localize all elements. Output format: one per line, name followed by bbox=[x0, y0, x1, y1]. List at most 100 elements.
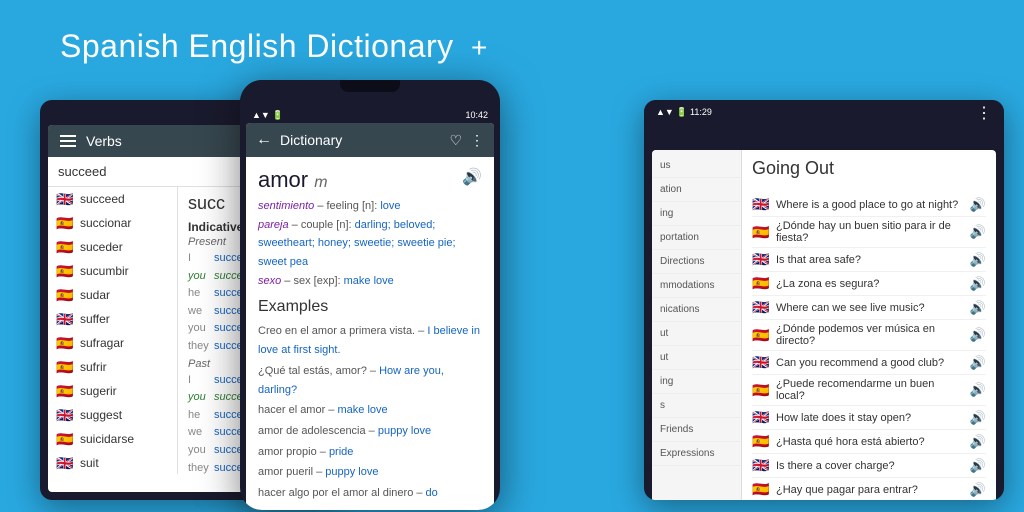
audio-icon[interactable]: 🔊 bbox=[970, 434, 986, 450]
phrase-row: 🇬🇧Is that area safe?🔊 bbox=[752, 248, 986, 272]
audio-icon[interactable]: 🔊 bbox=[970, 252, 986, 268]
list-item[interactable]: 🇪🇸sufrir bbox=[48, 355, 177, 379]
example-row: amor propio – pride bbox=[258, 443, 482, 462]
tablet-right-menu[interactable]: ⋮ bbox=[976, 103, 992, 123]
section-title: Going Out bbox=[752, 158, 986, 183]
audio-icon[interactable]: 🔊 bbox=[970, 224, 986, 240]
example-row: amor pueril – puppy love bbox=[258, 463, 482, 482]
sidebar-item[interactable]: Expressions bbox=[652, 442, 741, 466]
flag-icon: 🇬🇧 bbox=[752, 196, 772, 213]
header-icons: ♡ ⋮ bbox=[449, 132, 484, 149]
example-row: hacer el amor – make love bbox=[258, 401, 482, 420]
sidebar-item[interactable]: s bbox=[652, 394, 741, 418]
back-button[interactable]: ← bbox=[256, 131, 272, 149]
audio-icon[interactable]: 🔊 bbox=[970, 276, 986, 292]
def-row: pareja – couple [n]: darling; beloved; s… bbox=[258, 216, 482, 272]
tablet-right: ▲▼ 🔋 11:29 ⋮ us ation ing portation Dire… bbox=[644, 100, 1004, 500]
dict-header-title: Dictionary bbox=[280, 132, 441, 148]
audio-icon[interactable]: 🔊 bbox=[970, 458, 986, 474]
sidebar-item[interactable]: Directions bbox=[652, 250, 741, 274]
dict-definitions: sentimiento – feeling [n]: love pareja –… bbox=[258, 197, 482, 290]
more-options-icon[interactable]: ⋮ bbox=[470, 132, 484, 149]
dict-content: amor m 🔊 sentimiento – feeling [n]: love… bbox=[246, 157, 494, 507]
sidebar-item[interactable]: portation bbox=[652, 226, 741, 250]
tablet-right-status: ▲▼ 🔋 11:29 bbox=[656, 107, 712, 118]
phrase-row: 🇪🇸¿Hay que pagar para entrar?🔊 bbox=[752, 478, 986, 500]
flag-icon: 🇪🇸 bbox=[56, 217, 74, 229]
example-row: ¿Qué tal estás, amor? – How are you, dar… bbox=[258, 362, 482, 399]
flag-icon: 🇬🇧 bbox=[752, 457, 772, 474]
phone-screen: ← Dictionary ♡ ⋮ amor m 🔊 sentimiento – … bbox=[246, 123, 494, 510]
flag-icon: 🇬🇧 bbox=[752, 354, 772, 371]
phrase-row: 🇬🇧Where is a good place to go at night?🔊 bbox=[752, 193, 986, 217]
list-item[interactable]: 🇪🇸succionar bbox=[48, 211, 177, 235]
example-row: hacer algo por el amor al dinero – do so… bbox=[258, 484, 482, 507]
audio-icon[interactable]: 🔊 bbox=[462, 167, 482, 187]
flag-icon: 🇪🇸 bbox=[752, 481, 772, 498]
flag-icon: 🇪🇸 bbox=[56, 241, 74, 253]
flag-icon: 🇬🇧 bbox=[56, 193, 74, 205]
phrase-row: 🇬🇧Is there a cover charge?🔊 bbox=[752, 454, 986, 478]
sidebar-item[interactable]: ing bbox=[652, 370, 741, 394]
def-row: sentimiento – feeling [n]: love bbox=[258, 197, 482, 216]
flag-icon: 🇪🇸 bbox=[752, 275, 772, 292]
rt-sidebar: us ation ing portation Directions mmodat… bbox=[652, 150, 742, 500]
audio-icon[interactable]: 🔊 bbox=[970, 382, 986, 398]
list-item[interactable]: 🇬🇧suffer bbox=[48, 307, 177, 331]
list-item[interactable]: 🇪🇸sucumbir bbox=[48, 259, 177, 283]
audio-icon[interactable]: 🔊 bbox=[970, 300, 986, 316]
sidebar-item[interactable]: us bbox=[652, 154, 741, 178]
flag-icon: 🇬🇧 bbox=[752, 409, 772, 426]
audio-icon[interactable]: 🔊 bbox=[970, 410, 986, 426]
sidebar-item[interactable]: ation bbox=[652, 178, 741, 202]
flag-icon: 🇪🇸 bbox=[56, 337, 74, 349]
list-item[interactable]: 🇪🇸sugerir bbox=[48, 379, 177, 403]
sidebar-item[interactable]: ut bbox=[652, 346, 741, 370]
flag-icon: 🇬🇧 bbox=[56, 313, 74, 325]
rt-main: Going Out 🇬🇧Where is a good place to go … bbox=[742, 150, 996, 500]
verbs-title: Verbs bbox=[86, 133, 122, 149]
sidebar-item[interactable]: Friends bbox=[652, 418, 741, 442]
example-row: Creo en el amor a primera vista. – I bel… bbox=[258, 322, 482, 359]
flag-icon: 🇬🇧 bbox=[752, 299, 772, 316]
audio-icon[interactable]: 🔊 bbox=[970, 355, 986, 371]
status-time: 10:42 bbox=[465, 110, 488, 121]
list-item[interactable]: 🇬🇧suit bbox=[48, 451, 177, 474]
phrase-row: 🇪🇸¿Puede recomendarme un buen local?🔊 bbox=[752, 375, 986, 406]
flag-icon: 🇬🇧 bbox=[56, 457, 74, 469]
list-item[interactable]: 🇪🇸suicidarse bbox=[48, 427, 177, 451]
sidebar-item[interactable]: ing bbox=[652, 202, 741, 226]
example-row: amor de adolescencia – puppy love bbox=[258, 422, 482, 441]
phone-middle: ▲▼ 🔋 10:42 ← Dictionary ♡ ⋮ amor m 🔊 bbox=[240, 80, 500, 510]
list-item[interactable]: 🇪🇸sufragar bbox=[48, 331, 177, 355]
list-item[interactable]: 🇬🇧succeed bbox=[48, 187, 177, 211]
favorite-icon[interactable]: ♡ bbox=[449, 132, 462, 149]
audio-icon[interactable]: 🔊 bbox=[970, 327, 986, 343]
audio-icon[interactable]: 🔊 bbox=[970, 482, 986, 498]
flag-icon: 🇪🇸 bbox=[752, 433, 772, 450]
phrase-row: 🇪🇸¿La zona es segura?🔊 bbox=[752, 272, 986, 296]
sidebar-item[interactable]: ut bbox=[652, 322, 741, 346]
verb-list: 🇬🇧succeed 🇪🇸succionar 🇪🇸suceder 🇪🇸sucumb… bbox=[48, 187, 178, 474]
flag-icon: 🇪🇸 bbox=[56, 265, 74, 277]
status-signal: ▲▼ 🔋 bbox=[252, 110, 284, 121]
flag-icon: 🇪🇸 bbox=[56, 433, 74, 445]
audio-icon[interactable]: 🔊 bbox=[970, 197, 986, 213]
app-title: Spanish English Dictionary + bbox=[60, 28, 488, 65]
list-item[interactable]: 🇪🇸suceder bbox=[48, 235, 177, 259]
hamburger-icon[interactable] bbox=[60, 135, 76, 147]
list-item[interactable]: 🇪🇸sudar bbox=[48, 283, 177, 307]
devices-container: Verbs ✕ 🇬🇧succeed 🇪🇸succionar 🇪🇸suceder … bbox=[40, 80, 1004, 512]
list-item[interactable]: 🇬🇧suggest bbox=[48, 403, 177, 427]
phrase-row: 🇬🇧How late does it stay open?🔊 bbox=[752, 406, 986, 430]
phrase-row: 🇪🇸¿Dónde podemos ver música en directo?🔊 bbox=[752, 320, 986, 351]
flag-icon: 🇪🇸 bbox=[56, 385, 74, 397]
sidebar-item[interactable]: nications bbox=[652, 298, 741, 322]
title-text: Spanish English Dictionary bbox=[60, 28, 454, 64]
sidebar-item[interactable]: mmodations bbox=[652, 274, 741, 298]
examples-title: Examples bbox=[258, 298, 482, 316]
flag-icon: 🇪🇸 bbox=[752, 327, 772, 344]
phone-notch bbox=[240, 80, 500, 108]
status-bar: ▲▼ 🔋 10:42 bbox=[240, 108, 500, 123]
dict-header: ← Dictionary ♡ ⋮ bbox=[246, 123, 494, 157]
